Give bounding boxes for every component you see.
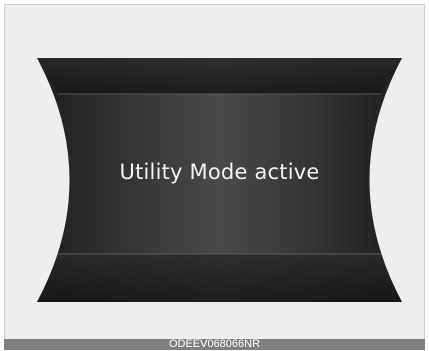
utility-mode-message: Utility Mode active (119, 160, 320, 184)
illustration-frame: Utility Mode active (4, 4, 425, 340)
figure-code: ODEEV068066NR (168, 338, 261, 350)
cluster-display: Utility Mode active (37, 58, 402, 302)
caption-bar: ODEEV068066NR (4, 338, 425, 350)
